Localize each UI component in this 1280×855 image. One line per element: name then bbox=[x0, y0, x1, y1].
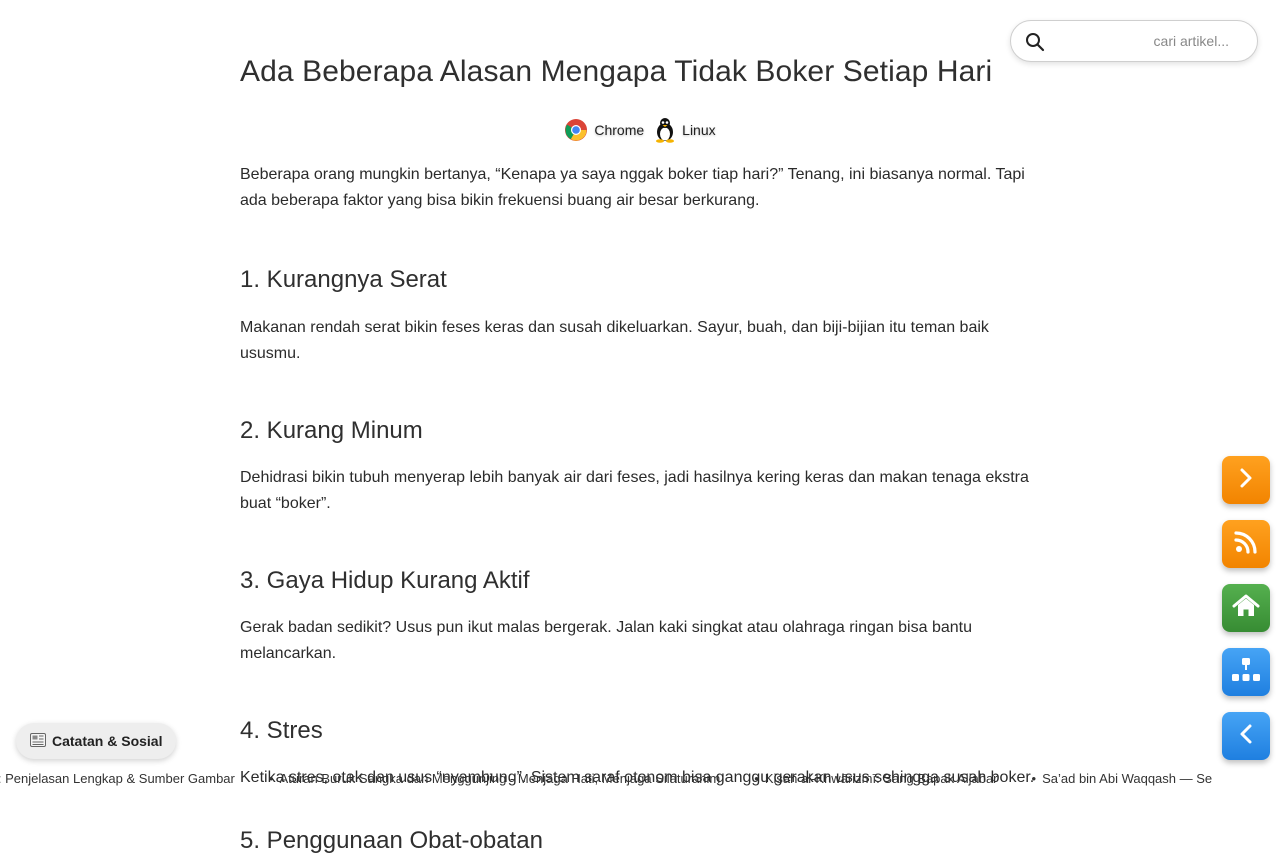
ticker-item-label: Kisah al-Khwārizmī: Sang Bapak Aljabar bbox=[764, 771, 998, 786]
search-icon[interactable] bbox=[1025, 32, 1045, 57]
environment-badges: Chrome Linux bbox=[240, 117, 1040, 143]
search-input[interactable] bbox=[1059, 29, 1245, 53]
section-paragraph: Dehidrasi bikin tubuh menyerap lebih ban… bbox=[240, 469, 1029, 512]
tux-icon bbox=[654, 117, 676, 143]
home-button[interactable] bbox=[1222, 584, 1270, 632]
section-heading: 1. Kurangnya Serat bbox=[240, 266, 447, 293]
ticker-item-label: Sa’ad bin Abi Waqqash — Se bbox=[1042, 771, 1213, 786]
back-button[interactable] bbox=[1222, 712, 1270, 760]
chevron-left-icon bbox=[1234, 722, 1258, 751]
section-heading: 2. Kurang Minum bbox=[240, 417, 423, 444]
search-box bbox=[1010, 20, 1258, 62]
bullet-icon: • bbox=[268, 771, 274, 786]
article-content: Beberapa orang mungkin bertanya, “Kenapa… bbox=[240, 162, 1040, 855]
ticker-item[interactable]: • Kisah al-Khwārizmī: Sang Bapak Aljabar bbox=[754, 771, 997, 786]
ticker-item[interactable]: acy : Penjelasan Lengkap & Sumber Gambar bbox=[0, 771, 235, 786]
category-badge[interactable]: Catatan & Sosial bbox=[16, 723, 177, 759]
section-heading: 4. Stres bbox=[240, 717, 323, 744]
chrome-icon bbox=[564, 118, 588, 142]
section-paragraph: Gerak badan sedikit? Usus pun ikut malas… bbox=[240, 619, 972, 662]
ticker-item-label: Aturan Buruk Sangka dan Menggunjing - Me… bbox=[279, 771, 721, 786]
intro-paragraph: Beberapa orang mungkin bertanya, “Kenapa… bbox=[240, 166, 1025, 209]
news-ticker: acy : Penjelasan Lengkap & Sumber Gambar… bbox=[0, 770, 1280, 790]
newspaper-icon bbox=[30, 732, 46, 750]
rss-icon bbox=[1233, 529, 1259, 560]
bullet-icon: • bbox=[1031, 771, 1037, 786]
sitemap-button[interactable] bbox=[1222, 648, 1270, 696]
env-linux-label: Linux bbox=[682, 122, 716, 138]
section-heading: 3. Gaya Hidup Kurang Aktif bbox=[240, 567, 530, 594]
section-heading: 5. Penggunaan Obat-obatan bbox=[240, 827, 543, 854]
home-icon bbox=[1232, 593, 1260, 624]
rss-button[interactable] bbox=[1222, 520, 1270, 568]
section-paragraph: Makanan rendah serat bikin feses keras d… bbox=[240, 319, 989, 362]
bullet-icon: • bbox=[754, 771, 759, 786]
ticker-item[interactable]: • Sa’ad bin Abi Waqqash — Se bbox=[1032, 771, 1213, 786]
ticker-item[interactable]: • Aturan Buruk Sangka dan Menggunjing - M… bbox=[269, 771, 720, 786]
env-linux: Linux bbox=[654, 117, 716, 143]
sitemap-icon bbox=[1231, 657, 1261, 688]
env-chrome-label: Chrome bbox=[594, 122, 645, 138]
ticker-item-label: acy : Penjelasan Lengkap & Sumber Gambar bbox=[0, 771, 235, 786]
page-title: Ada Beberapa Alasan Mengapa Tidak Boker … bbox=[240, 55, 993, 88]
next-button[interactable] bbox=[1222, 456, 1270, 504]
env-chrome: Chrome bbox=[564, 118, 644, 142]
category-badge-label: Catatan & Sosial bbox=[52, 733, 163, 749]
chevron-right-icon bbox=[1234, 466, 1258, 495]
